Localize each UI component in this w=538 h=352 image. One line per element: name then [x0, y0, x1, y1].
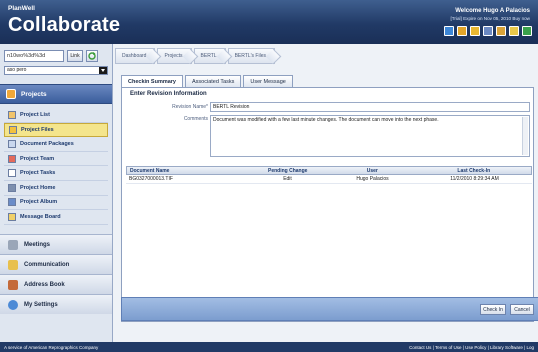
- message-board-icon: [8, 212, 16, 221]
- section-label: Communication: [24, 261, 70, 268]
- form-title: Enter Revision Information: [130, 91, 207, 97]
- link-button[interactable]: Link: [67, 50, 83, 62]
- export-icon[interactable]: [496, 26, 506, 36]
- revision-name-label: Revision Name*: [172, 104, 208, 110]
- team-icon: [8, 154, 16, 163]
- col-pending-change[interactable]: Pending Change: [244, 167, 328, 174]
- nav-project-files[interactable]: Project Files: [4, 122, 108, 138]
- globe-icon[interactable]: [444, 26, 454, 36]
- lock-icon[interactable]: [509, 26, 519, 36]
- project-select[interactable]: aso pero: [4, 66, 108, 75]
- nav-project-album[interactable]: Project Album: [4, 196, 108, 211]
- home-icon: [8, 183, 16, 192]
- project-code-input[interactable]: [4, 50, 64, 62]
- refresh-icon: [88, 52, 96, 60]
- footer-links[interactable]: Contact Us | Terms of Use | Use Policy |…: [409, 345, 534, 350]
- project-search-row: Link: [4, 50, 98, 62]
- tab-bar: Checkin Summary Associated Tasks User Me…: [121, 75, 293, 87]
- cell-user: Hugo Palacios: [356, 176, 389, 182]
- address-book-section[interactable]: Address Book: [0, 274, 112, 294]
- project-files-icon: [9, 125, 17, 134]
- tab-user-message[interactable]: User Message: [243, 75, 293, 87]
- breadcrumb-projects[interactable]: Projects: [157, 48, 192, 64]
- projects-section-header[interactable]: Projects: [0, 84, 112, 104]
- check-in-button[interactable]: Check In: [480, 304, 506, 315]
- action-bar: Check In Cancel: [121, 297, 538, 321]
- projects-icon: [6, 89, 16, 99]
- cell-document-name: BG0327000013.TIF: [129, 176, 173, 182]
- comments-value: Document was modified with a few last mi…: [213, 117, 439, 123]
- nav-label: Project Album: [20, 199, 58, 206]
- tasks-icon: [8, 169, 16, 178]
- my-settings-section[interactable]: My Settings: [0, 294, 112, 314]
- breadcrumb-files[interactable]: BERTL's Files: [227, 48, 275, 64]
- nav-document-packages[interactable]: Document Packages: [4, 137, 108, 152]
- app-header: PlanWell Collaborate Welcome Hugo A Pala…: [0, 0, 538, 44]
- footer: A service of American Reprographics Comp…: [0, 342, 538, 352]
- projects-nav: Project List Project Files Document Pack…: [4, 108, 108, 225]
- projects-section-label: Projects: [21, 90, 47, 98]
- footer-company: A service of American Reprographics Comp…: [4, 344, 99, 350]
- comments-scrollbar[interactable]: [522, 117, 528, 155]
- comments-label: Comments: [183, 116, 208, 122]
- settings-icon: [8, 299, 18, 310]
- breadcrumb: Dashboard Projects BERTL BERTL's Files: [115, 48, 275, 64]
- nav-message-board[interactable]: Message Board: [4, 210, 108, 225]
- nav-label: Project List: [20, 111, 50, 118]
- close-icon[interactable]: [483, 26, 493, 36]
- col-last-checkin[interactable]: Last Check-In: [414, 167, 531, 174]
- cell-pending-change: Edit: [283, 176, 292, 182]
- col-user[interactable]: User: [328, 167, 414, 174]
- communication-section[interactable]: Communication: [0, 254, 112, 274]
- nav-project-list[interactable]: Project List: [4, 108, 108, 123]
- nav-label: Document Packages: [20, 140, 74, 147]
- section-label: Meetings: [24, 241, 51, 248]
- meetings-icon: [8, 239, 18, 250]
- sidebar: Link aso pero Projects Project List Proj…: [0, 44, 113, 342]
- nav-project-tasks[interactable]: Project Tasks: [4, 166, 108, 181]
- tab-checkin-summary[interactable]: Checkin Summary: [121, 75, 183, 87]
- print-icon[interactable]: [470, 26, 480, 36]
- checkin-panel: Enter Revision Information Revision Name…: [121, 87, 534, 322]
- album-icon: [8, 198, 16, 207]
- app-logo: Collaborate: [8, 14, 121, 36]
- comments-textarea[interactable]: Document was modified with a few last mi…: [210, 115, 530, 157]
- upload-icon[interactable]: [522, 26, 532, 36]
- help-icon[interactable]: [457, 26, 467, 36]
- header-toolbar: [444, 26, 532, 36]
- table-header: Document Name Pending Change User Last C…: [126, 166, 532, 175]
- checkin-table: Document Name Pending Change User Last C…: [126, 166, 532, 184]
- nav-label: Message Board: [20, 213, 61, 220]
- communication-icon: [8, 259, 18, 270]
- tab-associated-tasks[interactable]: Associated Tasks: [185, 75, 242, 87]
- project-select-value: aso pero: [7, 67, 27, 73]
- document-packages-icon: [8, 139, 16, 148]
- col-document-name[interactable]: Document Name: [127, 167, 244, 174]
- refresh-button[interactable]: [86, 50, 98, 62]
- section-label: Address Book: [24, 281, 65, 288]
- welcome-message: Welcome Hugo A Palacios: [455, 8, 530, 14]
- revision-name-input[interactable]: [210, 102, 530, 112]
- nav-label: Project Files: [21, 126, 54, 133]
- meetings-section[interactable]: Meetings: [0, 234, 112, 254]
- chevron-down-icon: [99, 67, 107, 74]
- nav-label: Project Tasks: [20, 170, 56, 177]
- table-row[interactable]: BG0327000013.TIF Edit Hugo Palacios 11/2…: [126, 175, 532, 184]
- logo-small-text: PlanWell: [8, 5, 35, 12]
- nav-project-home[interactable]: Project Home: [4, 181, 108, 196]
- cancel-button[interactable]: Cancel: [510, 304, 534, 315]
- nav-label: Project Team: [20, 155, 55, 162]
- nav-project-team[interactable]: Project Team: [4, 152, 108, 167]
- project-list-icon: [8, 110, 16, 119]
- breadcrumb-dashboard[interactable]: Dashboard: [115, 48, 156, 64]
- address-book-icon: [8, 279, 18, 290]
- nav-label: Project Home: [20, 184, 56, 191]
- section-label: My Settings: [24, 301, 58, 308]
- cell-last-checkin: 11/2/2010 8:29:34 AM: [450, 176, 499, 182]
- trial-notice: [Trial] Expire on Nov 05, 2010 Buy now: [450, 16, 531, 21]
